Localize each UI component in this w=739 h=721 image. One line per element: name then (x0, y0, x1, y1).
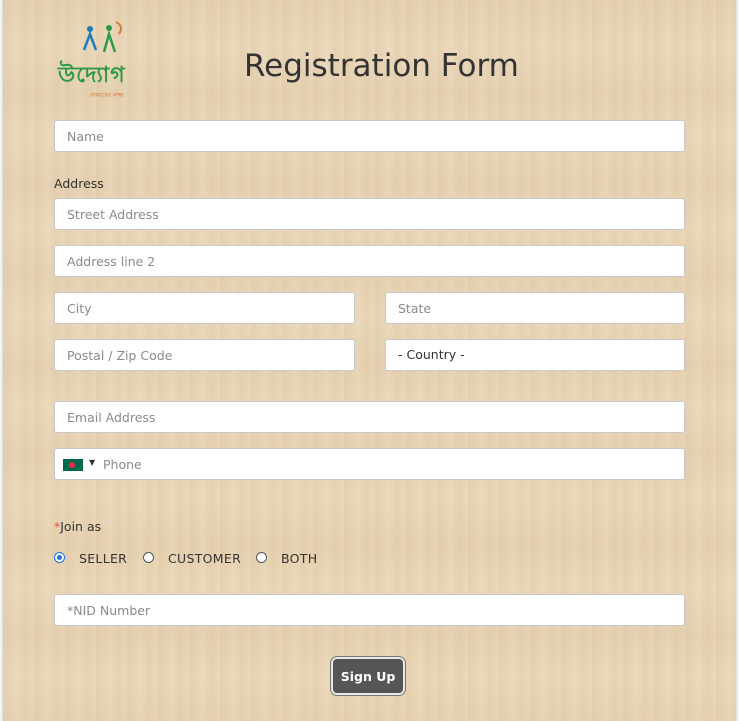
address-label: Address (54, 176, 104, 191)
logo-subtitle: আমাদের লক্ষ্য (90, 92, 124, 99)
bangladesh-flag-icon[interactable] (63, 459, 83, 471)
radio-both-label[interactable]: BOTH (281, 551, 317, 566)
state-input[interactable] (385, 292, 685, 324)
zip-code-input[interactable] (54, 339, 355, 371)
country-select[interactable]: - Country - (385, 339, 685, 371)
join-as-label: *Join as (54, 519, 101, 534)
city-input[interactable] (54, 292, 355, 324)
name-input[interactable] (54, 120, 685, 152)
country-select-value: - Country - (398, 347, 465, 362)
phone-input[interactable] (99, 449, 677, 479)
radio-seller[interactable] (54, 552, 65, 563)
chevron-down-icon[interactable]: ▼ (89, 458, 95, 467)
email-input[interactable] (54, 401, 685, 433)
logo: উদ্যোগ আমাদের লক্ষ্য (56, 20, 151, 100)
radio-seller-label[interactable]: SELLER (79, 551, 127, 566)
nid-number-input[interactable] (54, 594, 685, 626)
radio-customer[interactable] (143, 552, 154, 563)
radio-both[interactable] (256, 552, 267, 563)
radio-customer-label[interactable]: CUSTOMER (168, 551, 241, 566)
phone-field[interactable]: ▼ (54, 448, 685, 480)
join-as-text: Join as (60, 519, 102, 534)
street-address-input[interactable] (54, 198, 685, 230)
sign-up-button[interactable]: Sign Up (331, 657, 405, 695)
page-title: Registration Form (244, 48, 519, 84)
logo-figure-icon (82, 21, 122, 53)
address-line2-input[interactable] (54, 245, 685, 277)
